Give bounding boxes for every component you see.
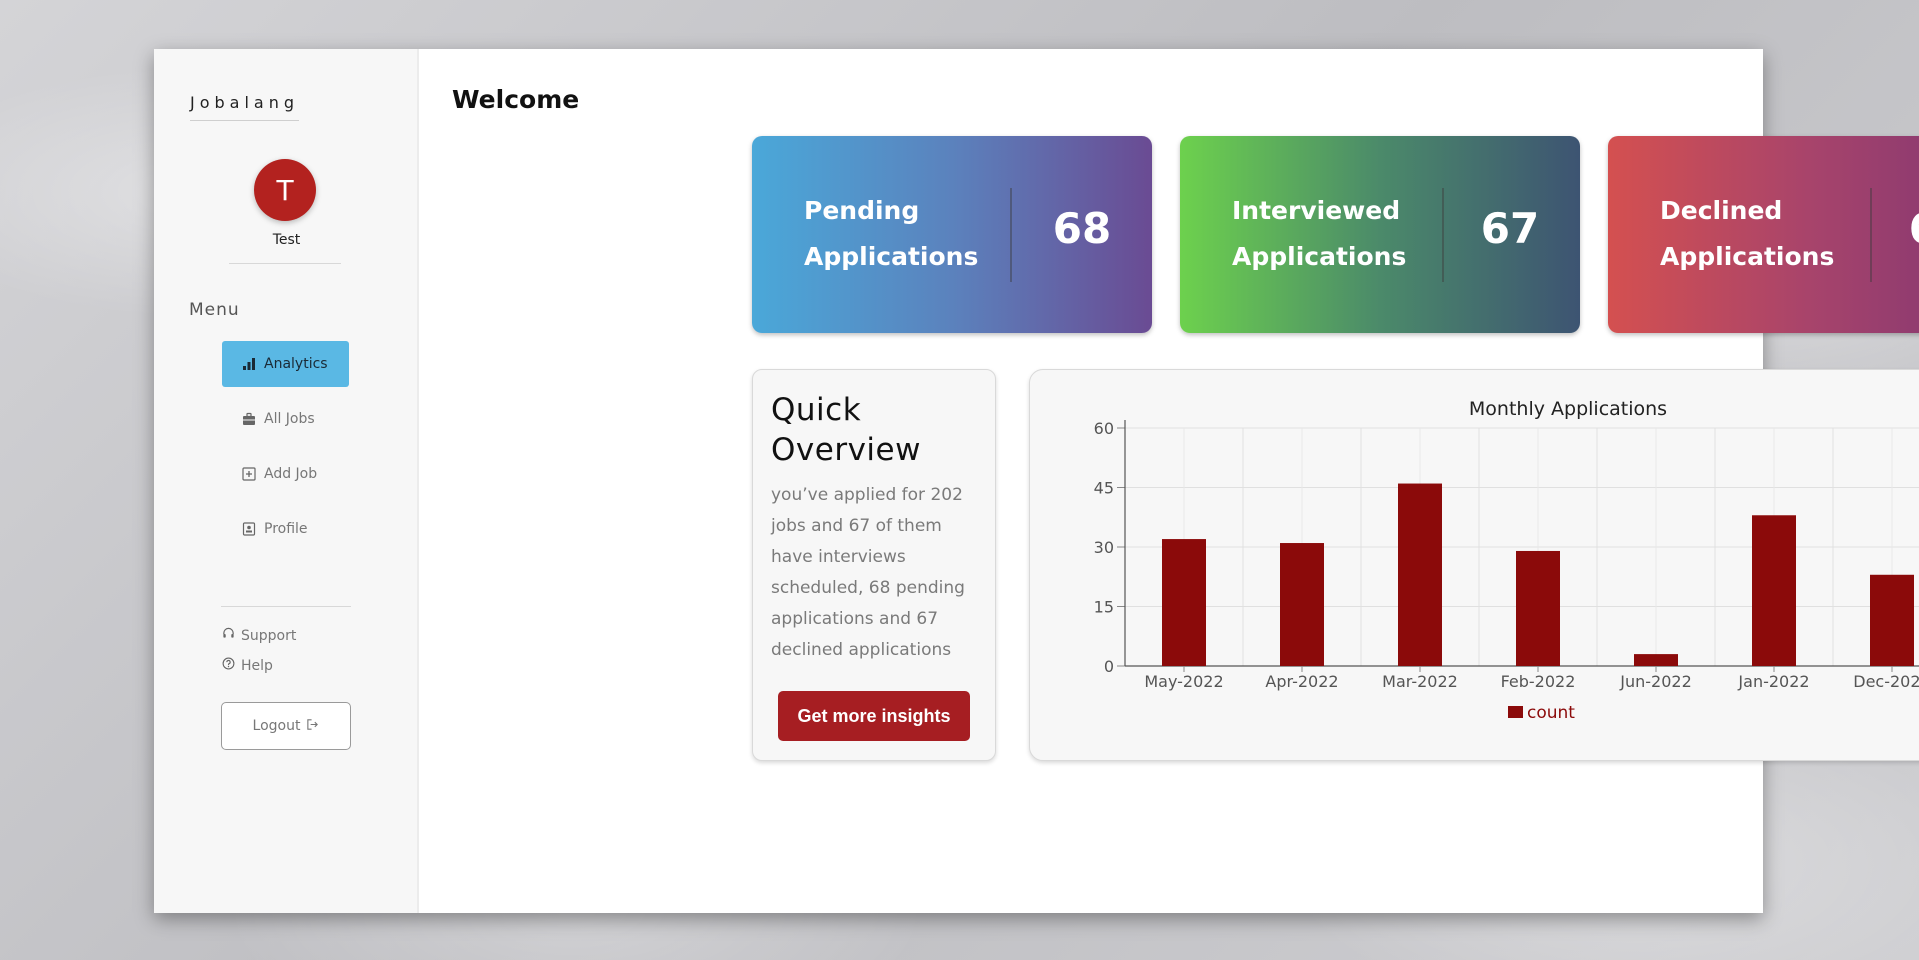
- help-link[interactable]: Help: [222, 657, 296, 674]
- overview-text: you’ve applied for 202 jobs and 67 of th…: [771, 485, 965, 660]
- stat-card-pending[interactable]: Pending Applications 68: [752, 136, 1152, 333]
- briefcase-icon: [242, 412, 256, 426]
- quick-overview-card: Quick Overview you’ve applied for 202 jo…: [752, 369, 996, 761]
- bar-Apr-2022: [1280, 543, 1324, 666]
- support-link[interactable]: Support: [222, 627, 296, 644]
- headset-icon: [222, 627, 235, 644]
- y-tick-label: 45: [1094, 479, 1114, 498]
- divider: [229, 263, 341, 264]
- logout-label: Logout: [252, 718, 301, 734]
- x-tick-label: May-2022: [1144, 672, 1223, 691]
- support-label: Support: [241, 627, 297, 644]
- x-tick-label: Apr-2022: [1265, 672, 1338, 691]
- legend-swatch: [1508, 706, 1523, 718]
- sidebar-item-all-jobs[interactable]: All Jobs: [222, 396, 349, 442]
- divider: [221, 606, 351, 607]
- x-tick-label: Dec-2021: [1853, 672, 1919, 691]
- question-circle-icon: [222, 657, 235, 674]
- chart-svg: Monthly Applications 0 15 30 45 60 May-2022 Apr…: [1094, 398, 1919, 723]
- help-label: Help: [241, 657, 273, 674]
- x-tick-label: Mar-2022: [1382, 672, 1458, 691]
- bar-Feb-2022: [1516, 550, 1560, 666]
- username: Test: [272, 232, 301, 248]
- chart-title: Monthly Applications: [1469, 398, 1667, 420]
- main-content: Welcome Pending Applications 68 Intervie…: [419, 49, 1919, 913]
- sidebar-item-label: Analytics: [264, 356, 328, 372]
- stat-label: Declined Applications: [1660, 196, 1835, 271]
- bar-chart-icon: [242, 357, 256, 371]
- y-tick-label: 30: [1094, 538, 1114, 557]
- bar-Dec-2021: [1870, 574, 1914, 666]
- bar-May-2022: [1162, 539, 1206, 666]
- sidebar-item-label: All Jobs: [264, 411, 315, 427]
- x-tick-label: Feb-2022: [1501, 672, 1576, 691]
- y-tick-label: 0: [1104, 657, 1114, 676]
- bar-Jan-2022: [1752, 515, 1796, 666]
- x-tick-label: Jan-2022: [1737, 672, 1809, 691]
- stat-card-declined[interactable]: Declined Applications 67: [1608, 136, 1919, 333]
- sidebar-item-add-job[interactable]: Add Job: [222, 451, 349, 497]
- sidebar-item-analytics[interactable]: Analytics: [222, 341, 349, 387]
- y-tick-label: 15: [1094, 598, 1114, 617]
- page-title: Welcome: [452, 85, 580, 114]
- stat-value: 67: [1868, 204, 1919, 253]
- stat-label: Interviewed Applications: [1232, 196, 1407, 271]
- sidebar-item-label: Profile: [264, 521, 308, 537]
- overview-title: Quick Overview: [771, 392, 921, 468]
- legend-label: count: [1527, 703, 1575, 723]
- x-tick-label: Jun-2022: [1619, 672, 1692, 691]
- monthly-applications-chart: Monthly Applications 0 15 30 45 60 May-2022 Apr…: [1029, 369, 1919, 761]
- stat-card-interviewed[interactable]: Interviewed Applications 67: [1180, 136, 1580, 333]
- menu-title: Menu: [189, 300, 240, 320]
- avatar[interactable]: T: [254, 159, 316, 221]
- sidebar-nav: Analytics All Jobs Add Job Profile: [222, 341, 349, 561]
- stat-value: 68: [1052, 204, 1112, 253]
- stat-value: 67: [1480, 204, 1540, 253]
- bar-Jun-2022: [1634, 654, 1678, 666]
- sidebar: Jobalang T Test Menu Analytics All Jobs: [154, 49, 419, 913]
- logout-button[interactable]: Logout: [221, 702, 351, 750]
- id-card-icon: [242, 522, 256, 536]
- help-links: Support Help: [222, 627, 296, 687]
- brand-logo[interactable]: Jobalang: [190, 93, 300, 121]
- sidebar-item-label: Add Job: [264, 466, 318, 482]
- sidebar-item-profile[interactable]: Profile: [222, 506, 349, 552]
- get-insights-button[interactable]: Get more insights: [778, 691, 970, 741]
- logout-icon: [306, 718, 319, 735]
- bar-Mar-2022: [1398, 483, 1442, 666]
- y-tick-label: 60: [1094, 419, 1114, 438]
- app-window: Jobalang T Test Menu Analytics All Jobs: [154, 49, 1919, 913]
- plus-square-icon: [242, 467, 256, 481]
- stat-label: Pending Applications: [804, 196, 979, 271]
